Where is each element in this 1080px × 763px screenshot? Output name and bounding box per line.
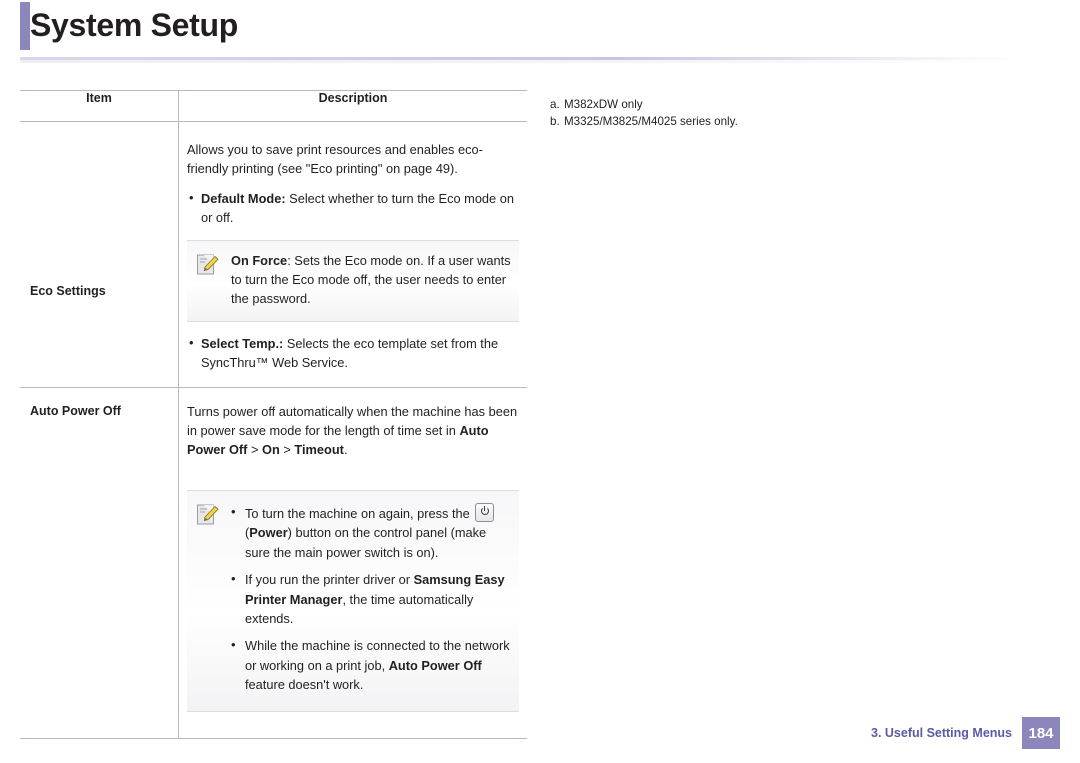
apo-intro-text: Turns power off automatically when the m… [187, 402, 519, 460]
footnote-b: b. M3325/M3825/M4025 series only. [550, 114, 980, 131]
eco-intro-text: Allows you to save print resources and e… [187, 142, 483, 177]
note-pencil-icon [196, 503, 220, 527]
note-box-auto-power-off: To turn the machine on again, press the … [187, 489, 519, 712]
note-pencil-icon [196, 253, 220, 277]
row-description-eco-settings: Allows you to save print resources and e… [178, 121, 527, 388]
eco-bullet-select-temp-label: Select Temp.: [201, 335, 284, 351]
note-box-eco: On Force: Sets the Eco mode on. If a use… [187, 239, 519, 322]
settings-table: Item Description Eco Settings Allows you… [20, 90, 527, 739]
eco-bullet-select-temp: Select Temp.: Selects the eco template s… [187, 333, 519, 373]
page-footer: 3. Useful Setting Menus 184 [871, 717, 1060, 749]
note-bullet-net-bold: Auto Power Off [388, 657, 482, 673]
table-header-row: Item Description [20, 90, 527, 122]
footnote-a: a. M382xDW only [550, 97, 980, 114]
note-bullet-power-label: Power [249, 525, 288, 541]
note-bullet-power-on-pre: To turn the machine on again, press the [245, 505, 474, 521]
eco-bullet-default-mode: Default Mode: Select whether to turn the… [187, 188, 519, 228]
header-divider-shadow [20, 60, 1020, 63]
settings-table-wrapper: Item Description Eco Settings Allows you… [20, 90, 527, 739]
footnotes: a. M382xDW only b. M3325/M3825/M4025 serie… [550, 97, 980, 130]
note-bullet-power-on: To turn the machine on again, press the … [231, 502, 511, 562]
page-title-text: System Setup [30, 2, 238, 48]
apo-sep-2: > [279, 442, 295, 458]
table-row: Auto Power Off Turns power off automatic… [20, 387, 527, 739]
power-button-icon [475, 502, 495, 522]
footnote-a-mark: a. [550, 98, 560, 111]
apo-sep-1: > [247, 442, 263, 458]
apo-path-2: On [262, 442, 280, 458]
page-title: System Setup [20, 2, 238, 48]
footnote-b-text: M3325/M3825/M4025 series only. [564, 114, 738, 128]
row-item-eco-settings: Eco Settings [20, 121, 179, 388]
apo-path-3: Timeout [294, 442, 344, 458]
apo-period: . [343, 442, 348, 458]
footnote-b-mark: b. [550, 114, 560, 128]
column-header-item: Item [20, 90, 179, 122]
column-header-description: Description [178, 90, 527, 122]
footer-page-number: 184 [1022, 717, 1060, 749]
note-eco-on-force-label: On Force [231, 252, 288, 268]
note-bullet-list: To turn the machine on again, press the … [231, 502, 511, 695]
table-row: Eco Settings Allows you to save print re… [20, 121, 527, 388]
footnote-a-text: M382xDW only [564, 98, 643, 111]
note-bullet-network: While the machine is connected to the ne… [231, 635, 511, 694]
note-bullet-printer-manager: If you run the printer driver or Samsung… [231, 569, 511, 628]
note-bullet-pm-pre: If you run the printer driver or [245, 572, 414, 588]
row-item-auto-power-off: Auto Power Off [20, 387, 179, 739]
footer-chapter-label: 3. Useful Setting Menus [871, 726, 1012, 740]
row-description-auto-power-off: Turns power off automatically when the m… [178, 387, 527, 739]
page-header: System Setup [0, 0, 1080, 63]
note-bullet-net-post: feature doesn't work. [245, 677, 364, 693]
eco-bullet-default-mode-label: Default Mode: [201, 190, 286, 206]
